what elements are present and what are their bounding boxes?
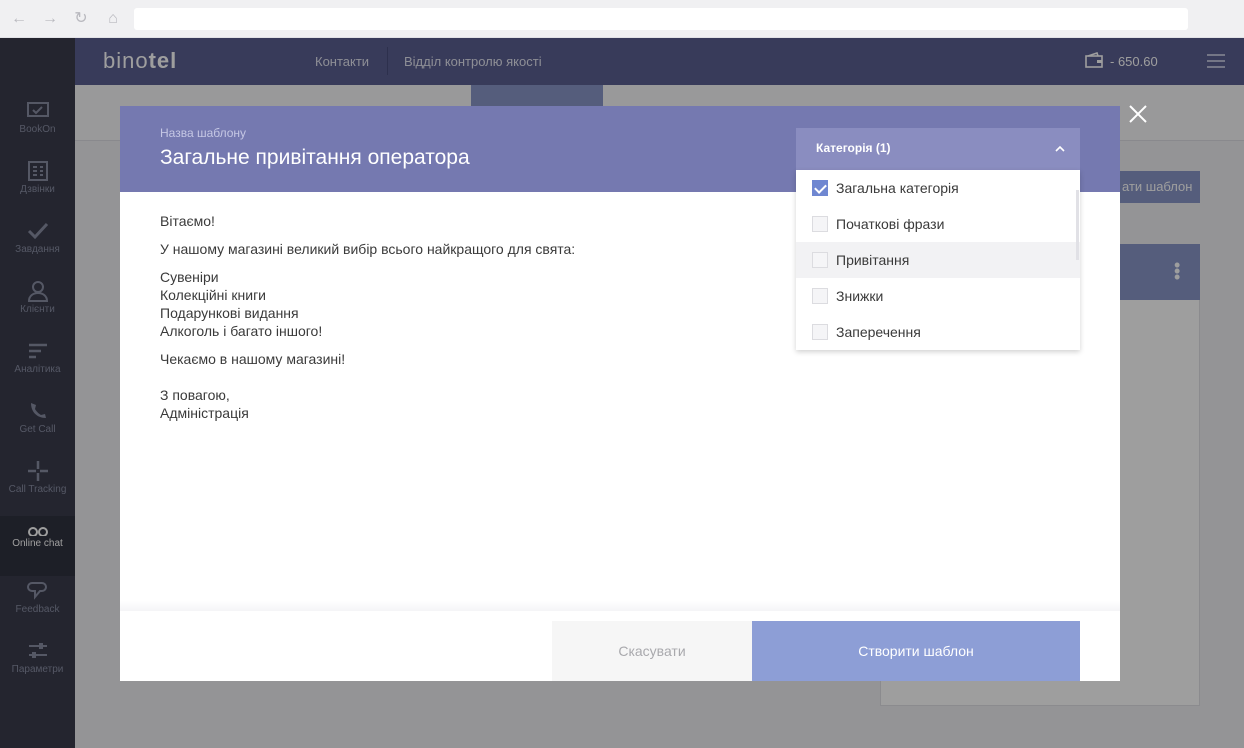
- checkbox[interactable]: [812, 216, 828, 232]
- category-option[interactable]: Привітання: [796, 242, 1080, 278]
- category-option-label: Знижки: [836, 288, 884, 304]
- category-dropdown-toggle[interactable]: Категорія (1): [796, 128, 1080, 170]
- reload-icon[interactable]: ↻: [72, 10, 90, 28]
- checkbox[interactable]: [812, 288, 828, 304]
- create-template-button[interactable]: Створити шаблон: [752, 621, 1080, 681]
- body-line: Чекаємо в нашому магазині!: [160, 351, 346, 367]
- home-icon[interactable]: ⌂: [104, 10, 122, 28]
- body-line: Колекційні книги: [160, 287, 266, 303]
- address-bar[interactable]: [134, 8, 1188, 30]
- chevron-up-icon: [1055, 145, 1065, 152]
- category-option-label: Привітання: [836, 252, 910, 268]
- cancel-button[interactable]: Скасувати: [552, 621, 752, 681]
- forward-arrow-icon[interactable]: →: [41, 10, 59, 28]
- modal-footer-divider: [120, 601, 1120, 611]
- body-line: Сувеніри: [160, 269, 219, 285]
- category-option[interactable]: Знижки: [796, 278, 1080, 314]
- category-dropdown-list: Загальна категорія Початкові фрази Приві…: [796, 170, 1080, 350]
- body-line: Вітаємо!: [160, 213, 215, 229]
- template-name-input[interactable]: Загальне привітання оператора: [160, 146, 470, 170]
- category-option[interactable]: Початкові фрази: [796, 206, 1080, 242]
- body-line: Алкоголь і багато іншого!: [160, 323, 323, 339]
- checkbox[interactable]: [812, 324, 828, 340]
- body-line: З повагою,: [160, 387, 230, 403]
- template-name-label: Назва шаблону: [160, 126, 247, 140]
- template-body-editor[interactable]: Вітаємо! У нашому магазині великий вибір…: [160, 212, 780, 422]
- close-icon[interactable]: [1127, 103, 1149, 125]
- checkbox-checked[interactable]: [812, 180, 828, 196]
- checkbox[interactable]: [812, 252, 828, 268]
- dropdown-scrollbar[interactable]: [1076, 190, 1079, 260]
- category-option-label: Заперечення: [836, 324, 921, 340]
- category-option[interactable]: Заперечення: [796, 314, 1080, 350]
- browser-toolbar: ← → ↻ ⌂: [0, 0, 1244, 38]
- back-arrow-icon[interactable]: ←: [10, 10, 28, 28]
- body-line: Подарункові видання: [160, 305, 299, 321]
- category-option-label: Початкові фрази: [836, 216, 945, 232]
- category-option-label: Загальна категорія: [836, 180, 959, 196]
- body-line: Адміністрація: [160, 405, 249, 421]
- category-option[interactable]: Загальна категорія: [796, 170, 1080, 206]
- body-line: У нашому магазині великий вибір всього н…: [160, 241, 576, 257]
- category-dropdown-title: Категорія (1): [816, 141, 891, 155]
